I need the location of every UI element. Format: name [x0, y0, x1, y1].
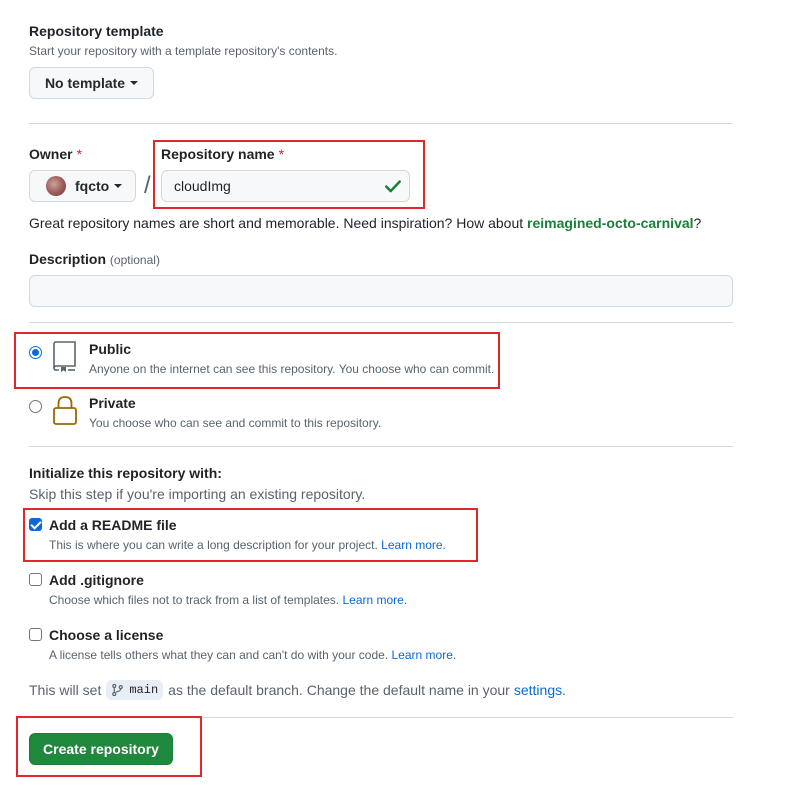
suggestion-text: Great repository names are short and mem… — [29, 215, 528, 231]
public-description: Anyone on the internet can see this repo… — [89, 362, 495, 376]
readme-desc-text: This is where you can write a long descr… — [49, 538, 378, 552]
description-label: Description (optional) — [29, 251, 160, 267]
default-branch-middle: as the default branch. Change the defaul… — [168, 682, 510, 698]
check-icon — [385, 180, 401, 193]
template-dropdown-label: No template — [44, 75, 126, 91]
license-learn-more-link[interactable]: Learn more. — [392, 648, 457, 662]
settings-link[interactable]: settings — [514, 682, 562, 698]
repo-name-suggestion: Great repository names are short and mem… — [29, 215, 701, 231]
repo-book-icon — [53, 341, 76, 372]
annotation-box — [14, 332, 500, 389]
owner-repo-separator: / — [144, 172, 151, 199]
private-description: You choose who can see and commit to thi… — [89, 416, 382, 430]
template-label: Repository template — [29, 23, 164, 39]
required-asterisk: * — [76, 146, 83, 162]
template-description: Start your repository with a template re… — [29, 44, 338, 58]
owner-name: fqcto — [75, 178, 110, 194]
suggested-name-link[interactable]: reimagined-octo-carnival — [527, 215, 694, 231]
divider — [29, 322, 733, 323]
divider — [29, 446, 733, 447]
divider — [29, 123, 733, 124]
default-branch-prefix: This will set — [29, 682, 102, 698]
branch-name: main — [129, 683, 159, 697]
optional-hint: (optional) — [109, 253, 160, 267]
create-repository-button[interactable]: Create repository — [29, 733, 173, 765]
repo-name-label-text: Repository name — [161, 146, 275, 162]
license-description: A license tells others what they can and… — [49, 648, 456, 662]
caret-down-icon — [130, 81, 139, 85]
caret-down-icon — [114, 184, 123, 188]
template-dropdown-button[interactable]: No template — [29, 67, 154, 99]
branch-chip: main — [106, 680, 164, 700]
suggestion-suffix: ? — [693, 215, 702, 231]
readme-description: This is where you can write a long descr… — [49, 538, 446, 552]
license-desc-text: A license tells others what they can and… — [49, 648, 389, 662]
public-radio[interactable] — [29, 346, 42, 359]
gitignore-desc-text: Choose which files not to track from a l… — [49, 593, 340, 607]
init-subtitle: Skip this step if you're importing an ex… — [29, 486, 366, 502]
license-title: Choose a license — [49, 627, 164, 643]
owner-label: Owner * — [29, 146, 82, 162]
required-asterisk: * — [278, 146, 285, 162]
default-branch-suffix: . — [562, 682, 566, 698]
license-checkbox[interactable] — [29, 628, 42, 641]
divider — [29, 717, 733, 718]
git-branch-icon — [112, 683, 124, 697]
gitignore-learn-more-link[interactable]: Learn more. — [342, 593, 407, 607]
description-input[interactable] — [29, 275, 733, 307]
private-radio[interactable] — [29, 400, 42, 413]
readme-learn-more-link[interactable]: Learn more. — [381, 538, 446, 552]
private-title: Private — [89, 395, 136, 411]
repo-name-label: Repository name * — [161, 146, 284, 162]
owner-dropdown-button[interactable]: fqcto — [29, 170, 136, 202]
readme-title: Add a README file — [49, 517, 177, 533]
owner-avatar — [46, 176, 66, 196]
gitignore-checkbox[interactable] — [29, 573, 42, 586]
readme-checkbox[interactable] — [29, 518, 42, 531]
description-label-text: Description — [29, 251, 107, 267]
default-branch-note: This will set main as the default branch… — [29, 680, 566, 700]
repo-name-input[interactable] — [161, 170, 410, 202]
public-title: Public — [89, 341, 132, 357]
owner-label-text: Owner — [29, 146, 73, 162]
lock-icon — [53, 396, 77, 425]
init-title: Initialize this repository with: — [29, 465, 222, 481]
gitignore-title: Add .gitignore — [49, 572, 144, 588]
gitignore-description: Choose which files not to track from a l… — [49, 593, 407, 607]
